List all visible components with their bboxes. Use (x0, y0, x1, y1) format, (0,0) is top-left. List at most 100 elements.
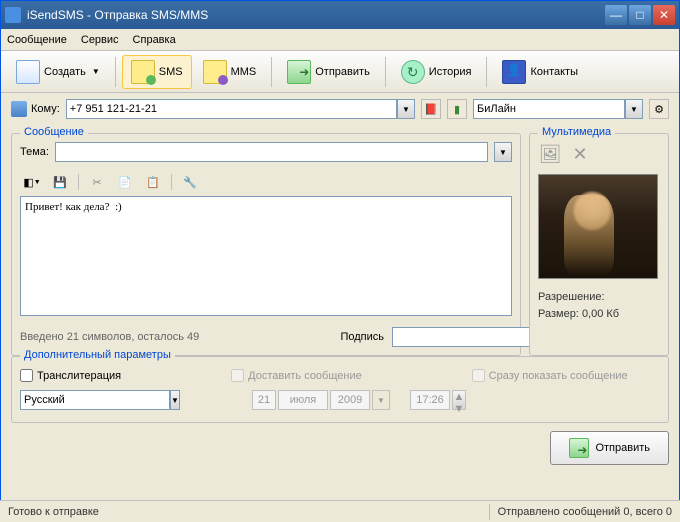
show-now-label: Сразу показать сообщение (489, 370, 628, 382)
size-value: 0,00 Кб (582, 308, 619, 320)
translit-label: Транслитерация (37, 370, 121, 382)
menu-message[interactable]: Сообщение (7, 34, 67, 46)
copy-icon[interactable]: 📄 (115, 172, 135, 192)
signature-input[interactable] (392, 327, 536, 347)
menu-service[interactable]: Сервис (81, 34, 119, 46)
create-label: Создать (44, 66, 86, 78)
char-count: Введено 21 символов, осталось 49 (20, 331, 332, 343)
toolbar-send-button[interactable]: Отправить (278, 55, 379, 89)
theme-dropdown-button[interactable]: ▼ (494, 142, 512, 162)
separator (385, 57, 386, 87)
status-ready: Готово к отправке (8, 506, 481, 518)
contacts-icon (502, 60, 526, 84)
recipient-row: Кому: ▼ 📕 ▮ ▼ ⚙ (1, 93, 679, 125)
translit-input[interactable] (20, 369, 33, 382)
document-icon (16, 60, 40, 84)
cut-icon[interactable]: ✂ (87, 172, 107, 192)
close-button[interactable]: ✕ (653, 5, 675, 25)
mms-label: MMS (231, 66, 257, 78)
translit-checkbox[interactable]: Транслитерация (20, 369, 121, 382)
edit-toolbar: ◧▼ 💾 ✂ 📄 📋 🔧 (20, 168, 512, 196)
separator (115, 57, 116, 87)
signature-label: Подпись (340, 331, 384, 343)
separator (486, 57, 487, 87)
contacts-button[interactable]: Контакты (493, 55, 587, 89)
multimedia-preview[interactable] (538, 174, 658, 279)
menu-help[interactable]: Справка (133, 34, 176, 46)
mms-tab[interactable]: MMS (194, 55, 266, 89)
deliver-input (231, 369, 244, 382)
message-group: Сообщение Тема: ▼ ◧▼ 💾 ✂ 📄 📋 🔧 Привет! к… (11, 133, 521, 356)
sim-icon[interactable]: ▮ (447, 99, 467, 119)
provider-combo[interactable]: ▼ (473, 99, 643, 119)
message-textarea[interactable]: Привет! как дела? :) (20, 196, 512, 316)
separator (271, 57, 272, 87)
address-book-icon[interactable]: 📕 (421, 99, 441, 119)
separator (78, 174, 79, 190)
date-picker: ▼ (252, 390, 390, 410)
multimedia-legend: Мультимедиа (538, 126, 615, 138)
history-icon (401, 60, 425, 84)
deliver-label: Доставить сообщение (248, 370, 362, 382)
show-now-checkbox: Сразу показать сообщение (472, 369, 628, 382)
delete-icon[interactable]: ✕ (568, 142, 592, 166)
advanced-group: Дополнительный параметры Транслитерация … (11, 356, 669, 423)
menu-bar: Сообщение Сервис Справка (1, 29, 679, 51)
separator (171, 174, 172, 190)
time-spinner: ▲▼ (452, 390, 466, 410)
send-button[interactable]: Отправить (550, 431, 669, 465)
app-icon (5, 7, 21, 23)
date-day (252, 390, 276, 410)
sms-tab[interactable]: SMS (122, 55, 192, 89)
chevron-down-icon: ▼ (92, 67, 100, 76)
deliver-checkbox: Доставить сообщение (231, 369, 362, 382)
advanced-legend: Дополнительный параметры (20, 349, 175, 361)
provider-input[interactable] (473, 99, 625, 119)
to-label: Кому: (31, 103, 60, 115)
save-icon[interactable]: 💾 (50, 172, 70, 192)
size-label: Размер: (538, 308, 579, 320)
maximize-button[interactable]: □ (629, 5, 651, 25)
mms-icon (203, 60, 227, 84)
resolution-label: Разрешение: (538, 291, 605, 303)
language-dropdown-button[interactable]: ▼ (170, 390, 180, 410)
phone-dropdown-button[interactable]: ▼ (397, 99, 415, 119)
date-month (278, 390, 328, 410)
minimize-button[interactable]: — (605, 5, 627, 25)
signature-combo[interactable]: ▼ (392, 327, 512, 347)
insert-icon[interactable]: 🔧 (180, 172, 200, 192)
send-button-label: Отправить (595, 442, 650, 454)
toolbar: Создать ▼ SMS MMS Отправить История Конт… (1, 51, 679, 93)
phone-input[interactable] (66, 99, 397, 119)
status-sent: Отправлено сообщений 0, всего 0 (498, 506, 672, 518)
recipient-icon (11, 101, 27, 117)
language-combo[interactable]: ▼ (20, 390, 180, 410)
attach-image-icon[interactable]: 🖼 (538, 142, 562, 166)
window-title: iSendSMS - Отправка SMS/MMS (27, 8, 605, 22)
contacts-label: Контакты (530, 66, 578, 78)
send-icon (287, 60, 311, 84)
send-icon (569, 438, 589, 458)
send-label: Отправить (315, 66, 370, 78)
date-dropdown-button: ▼ (372, 390, 390, 410)
sms-label: SMS (159, 66, 183, 78)
create-button[interactable]: Создать ▼ (7, 55, 109, 89)
date-year (330, 390, 370, 410)
multimedia-group: Мультимедиа 🖼 ✕ Разрешение: Размер: 0,00… (529, 133, 669, 356)
eraser-icon[interactable]: ◧▼ (22, 172, 42, 192)
to-label-group: Кому: (11, 101, 60, 117)
status-bar: Готово к отправке Отправлено сообщений 0… (0, 500, 680, 522)
theme-label: Тема: (20, 146, 49, 158)
theme-input[interactable] (55, 142, 488, 162)
paste-icon[interactable]: 📋 (143, 172, 163, 192)
message-legend: Сообщение (20, 126, 88, 138)
history-button[interactable]: История (392, 55, 481, 89)
language-input[interactable] (20, 390, 170, 410)
phone-combo[interactable]: ▼ (66, 99, 415, 119)
title-bar: iSendSMS - Отправка SMS/MMS — □ ✕ (1, 1, 679, 29)
time-input (410, 390, 450, 410)
provider-dropdown-button[interactable]: ▼ (625, 99, 643, 119)
provider-settings-icon[interactable]: ⚙ (649, 99, 669, 119)
multimedia-info: Разрешение: Размер: 0,00 Кб (538, 289, 660, 322)
time-picker: ▲▼ (410, 390, 466, 410)
